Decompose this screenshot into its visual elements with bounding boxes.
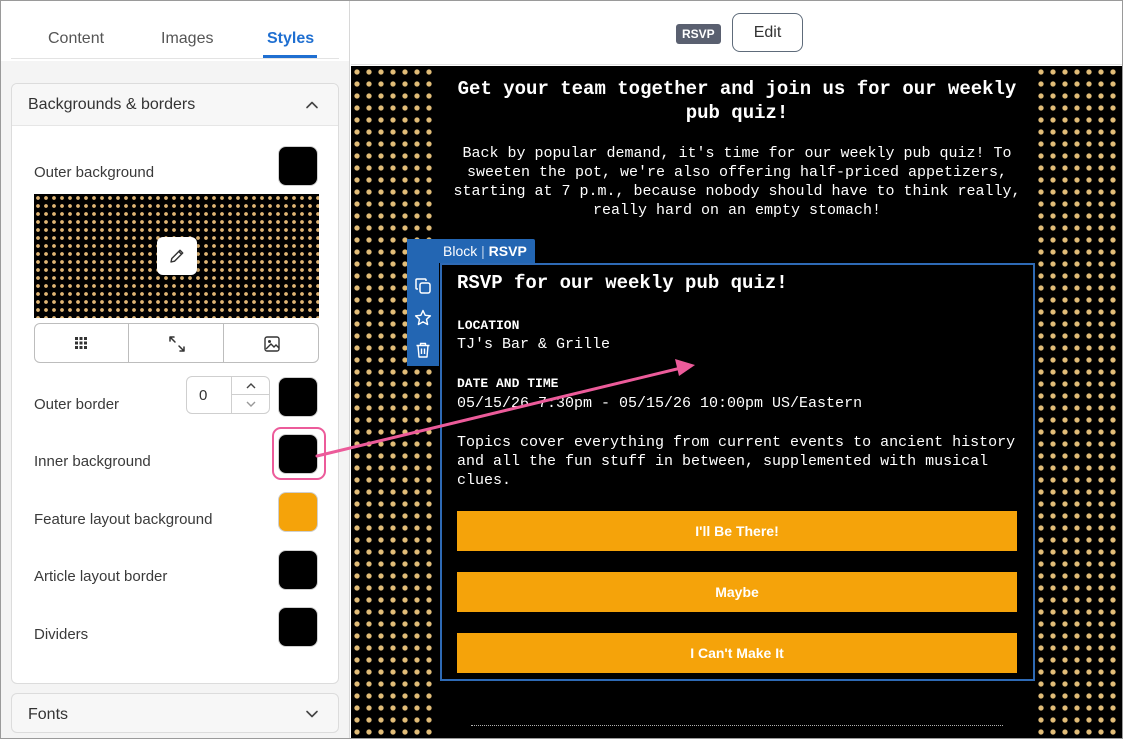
decrement-button[interactable] (231, 395, 270, 413)
backgrounds-borders-section: Backgrounds & borders Outer background O… (11, 83, 339, 684)
block-type-badge: RSVP (676, 24, 721, 44)
tile-option-button[interactable] (35, 324, 129, 362)
datetime-label: DATE AND TIME (457, 376, 559, 391)
feature-layout-background-swatch[interactable] (278, 492, 318, 532)
content-divider (471, 725, 1003, 726)
pencil-icon (170, 249, 184, 263)
chevron-down-icon[interactable] (304, 706, 320, 722)
fonts-title: Fonts (28, 706, 69, 723)
email-intro: Back by popular demand, it's time for ou… (453, 145, 1021, 219)
rsvp-maybe-button[interactable]: Maybe (457, 572, 1017, 612)
trash-icon[interactable] (414, 341, 432, 359)
block-tag-separator: | (481, 243, 485, 259)
tabs-divider (11, 58, 339, 59)
article-layout-border-swatch[interactable] (278, 550, 318, 590)
outer-border-label: Outer border (34, 396, 120, 413)
feature-layout-background-label: Feature layout background (34, 511, 213, 528)
location-value: TJ's Bar & Grille (457, 336, 611, 353)
outer-border-swatch[interactable] (278, 377, 318, 417)
copy-icon[interactable] (414, 277, 432, 295)
chevron-down-icon (246, 401, 256, 407)
tab-content[interactable]: Content (48, 30, 104, 48)
section-title: Backgrounds & borders (28, 96, 196, 113)
replace-image-button[interactable] (225, 324, 319, 362)
chevron-up-icon[interactable] (304, 97, 320, 113)
section-header[interactable]: Backgrounds & borders (12, 84, 338, 126)
datetime-value: 05/15/26 7:30pm - 05/15/26 10:00pm US/Ea… (457, 395, 863, 412)
block-tag-type: RSVP (488, 243, 527, 259)
grid-icon (75, 337, 87, 349)
app-window: Content Images Styles Backgrounds & bord… (0, 0, 1123, 739)
background-image-preview (34, 194, 319, 318)
tab-images[interactable]: Images (161, 30, 213, 48)
outer-background-label: Outer background (34, 164, 155, 181)
resize-icon (169, 336, 185, 352)
image-icon (264, 336, 280, 352)
stretch-option-button[interactable] (130, 324, 224, 362)
outer-border-value[interactable]: 0 (199, 387, 207, 404)
article-layout-border-label: Article layout border (34, 568, 168, 585)
email-headline: Get your team together and join us for o… (457, 78, 1017, 124)
star-icon[interactable] (414, 309, 432, 327)
rsvp-title: RSVP for our weekly pub quiz! (457, 272, 788, 294)
tab-styles[interactable]: Styles (267, 30, 314, 48)
edit-image-button[interactable] (157, 237, 197, 275)
chevron-up-icon (246, 383, 256, 389)
block-label-tag: Block | RSVP (407, 239, 535, 263)
image-options-bar (34, 323, 319, 363)
location-label: LOCATION (457, 318, 520, 333)
panel-tabs: Content Images Styles (1, 1, 349, 61)
block-tag-label: Block (443, 243, 478, 259)
outer-border-stepper: 0 (186, 376, 270, 414)
editor-toolbar: RSVP Edit (351, 1, 1122, 65)
dividers-label: Dividers (34, 626, 89, 643)
fonts-section-header[interactable]: Fonts (11, 693, 339, 733)
edit-button[interactable]: Edit (732, 13, 803, 52)
inner-background-swatch[interactable] (278, 434, 318, 474)
dividers-swatch[interactable] (278, 607, 318, 647)
styles-panel: Content Images Styles Backgrounds & bord… (1, 1, 350, 738)
event-description: Topics cover everything from current eve… (457, 434, 1016, 489)
inner-background-label: Inner background (34, 453, 151, 470)
outer-background-swatch[interactable] (278, 146, 318, 186)
increment-button[interactable] (231, 377, 270, 395)
rsvp-no-button[interactable]: I Can't Make It (457, 633, 1017, 673)
rsvp-yes-button[interactable]: I'll Be There! (457, 511, 1017, 551)
